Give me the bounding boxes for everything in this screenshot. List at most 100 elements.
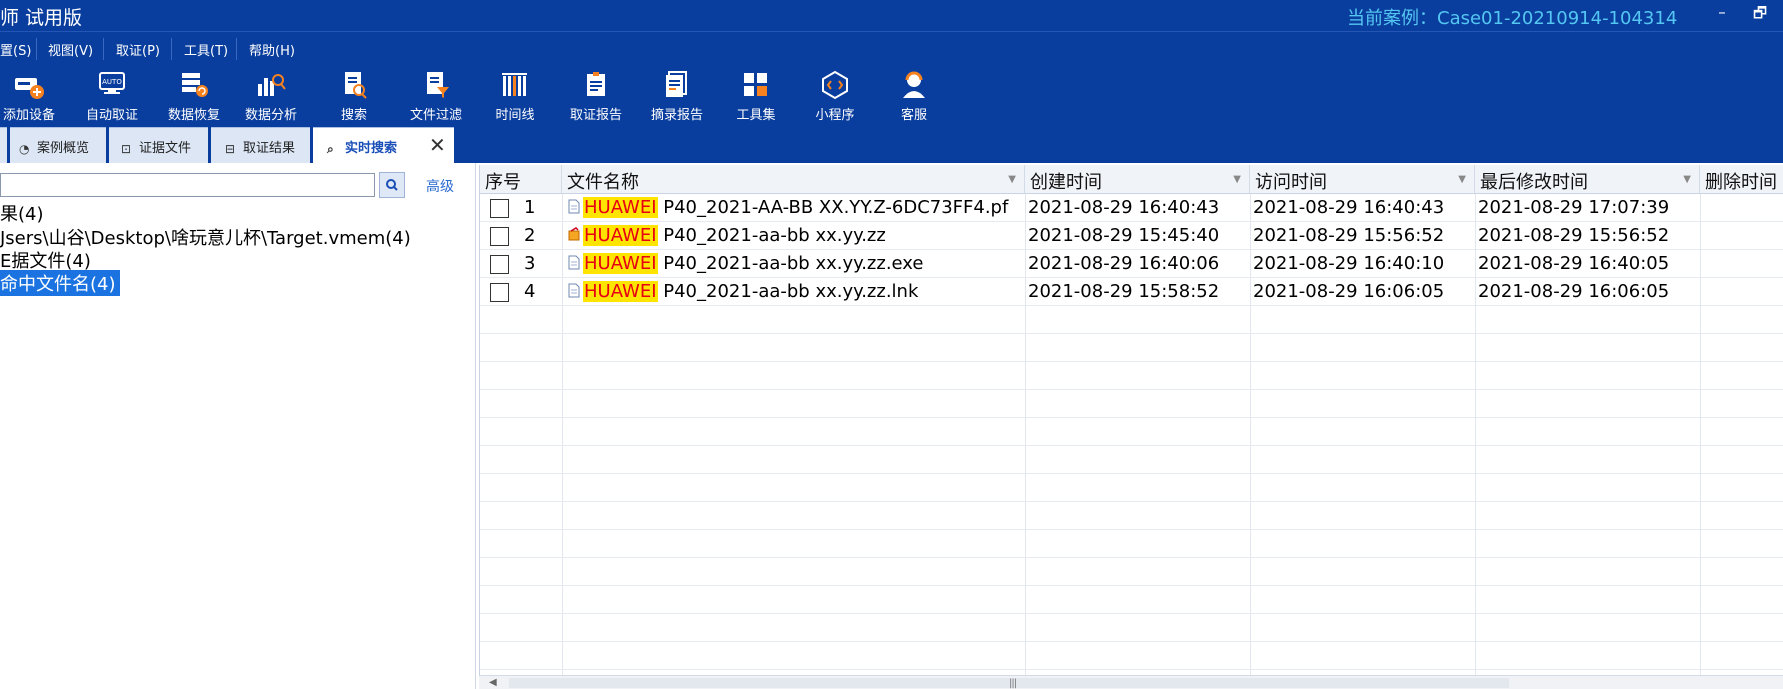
filename-cell: HUAWEI P40_2021-AA-BB XX.YY.Z-6DC73FF4.p… — [568, 194, 1008, 222]
column-label: 文件名称 — [567, 172, 639, 193]
accessed-time: 2021-08-29 16:06:05 — [1253, 281, 1445, 302]
column-header-index[interactable]: 序号 — [480, 165, 562, 194]
row-checkbox[interactable] — [490, 227, 509, 246]
table-row[interactable]: 4 HUAWEI P40_2021-aa-bb xx.yy.zz.lnk 202… — [480, 278, 1783, 306]
filename-cell: HUAWEI P40_2021-aa-bb xx.yy.zz — [568, 222, 886, 250]
filename-text: P40_2021-aa-bb xx.yy.zz.exe — [657, 253, 924, 274]
tabs-bar: ◔ 案例概览 ⊡ 证据文件 ⊟ 取证结果 ⌕ 实时搜索 ✕ — [0, 127, 1783, 163]
advanced-search-link[interactable]: 高级 — [426, 176, 454, 196]
tab-evidence-files[interactable]: ⊡ 证据文件 — [109, 127, 208, 163]
table-row[interactable]: 3 HUAWEI P40_2021-aa-bb xx.yy.zz.exe 202… — [480, 250, 1783, 278]
title-bar: 师 试用版 当前案例：Case01-20210914-104314 – 🗗 — [0, 0, 1783, 31]
data-recovery-label: 数据恢复 — [167, 108, 220, 123]
doc-icon — [568, 199, 580, 214]
empty-row — [480, 530, 1783, 558]
table-row[interactable]: 1 HUAWEI P40_2021-AA-BB XX.YY.Z-6DC73FF4… — [480, 194, 1783, 222]
customer-service-icon — [903, 71, 925, 98]
excerpt-report-icon — [666, 71, 687, 97]
menu-help[interactable]: 帮助(H) — [249, 40, 295, 59]
restore-icon[interactable]: 🗗 — [1750, 3, 1770, 23]
search-button[interactable]: 搜索 — [314, 70, 394, 126]
column-header-deleted[interactable]: 删除时间 — [1700, 165, 1783, 194]
data-analysis-label: 数据分析 — [244, 108, 297, 123]
table-row[interactable]: 2 HUAWEI P40_2021-aa-bb xx.yy.zz 2021-08… — [480, 222, 1783, 250]
row-index: 3 — [524, 253, 536, 274]
tree-node-results[interactable]: 果(4) — [0, 200, 44, 226]
empty-row — [480, 362, 1783, 390]
empty-row — [480, 306, 1783, 334]
filter-icon[interactable]: ▼ — [1233, 174, 1241, 185]
column-header-filename[interactable]: 文件名称 ▼ — [562, 165, 1025, 194]
add-device-button[interactable]: 添加设备 — [0, 70, 69, 126]
tab-label: 取证结果 — [243, 141, 296, 156]
row-checkbox[interactable] — [490, 199, 509, 218]
auto-forensics-button[interactable]: AUTO 自动取证 — [72, 70, 152, 126]
empty-row — [480, 614, 1783, 642]
toolset-button[interactable]: 工具集 — [716, 70, 796, 126]
search-hit-highlight: HUAWEI — [583, 253, 658, 274]
search-button[interactable] — [379, 172, 405, 198]
scroll-left-icon[interactable]: ◀ — [489, 677, 497, 688]
empty-row — [480, 502, 1783, 530]
empty-row — [480, 334, 1783, 362]
menu-forensics[interactable]: 取证(P) — [116, 40, 160, 59]
file-filter-icon — [427, 72, 449, 98]
column-header-modified[interactable]: 最后修改时间 ▼ — [1475, 165, 1700, 194]
results-grid: 序号 文件名称 ▼ 创建时间 ▼ 访问时间 ▼ 最后修改时间 ▼ 删除时间 1 HUAW… — [479, 165, 1783, 675]
accessed-time: 2021-08-29 15:56:52 — [1253, 225, 1445, 246]
excerpt-report-label: 摘录报告 — [650, 108, 703, 123]
minimize-icon[interactable]: – — [1712, 3, 1732, 23]
tab-label: 实时搜索 — [345, 141, 398, 156]
filename-cell: HUAWEI P40_2021-aa-bb xx.yy.zz.exe — [568, 250, 923, 278]
filter-icon[interactable]: ▼ — [1458, 174, 1466, 185]
search-input[interactable] — [0, 173, 375, 197]
auto-forensics-label: 自动取证 — [85, 108, 138, 123]
menu-settings[interactable]: 置(S) — [0, 40, 31, 59]
file-filter-button[interactable]: 文件过滤 — [396, 70, 476, 126]
excerpt-report-button[interactable]: 摘录报告 — [637, 70, 717, 126]
mini-program-button[interactable]: 小程序 — [795, 70, 875, 126]
svg-text:AUTO: AUTO — [102, 78, 122, 86]
tree-node-filename-hits[interactable]: 命中文件名(4) — [0, 270, 120, 296]
tab-realtime-search[interactable]: ⌕ 实时搜索 ✕ — [313, 127, 454, 163]
evidence-icon: ⊡ — [121, 142, 132, 156]
tab-case-overview[interactable]: ◔ 案例概览 — [10, 127, 106, 163]
forensics-report-button[interactable]: 取证报告 — [556, 70, 636, 126]
menu-divider — [171, 38, 172, 60]
modified-time: 2021-08-29 17:07:39 — [1478, 197, 1670, 218]
column-header-created[interactable]: 创建时间 ▼ — [1025, 165, 1250, 194]
scrollbar-grip-icon: ||| — [1009, 678, 1017, 689]
horizontal-scrollbar[interactable]: ◀ ||| — [479, 675, 1783, 689]
search-hit-highlight: HUAWEI — [583, 225, 658, 246]
close-icon[interactable]: ✕ — [429, 133, 446, 157]
empty-row — [480, 642, 1783, 670]
column-header-accessed[interactable]: 访问时间 ▼ — [1250, 165, 1475, 194]
filter-icon[interactable]: ▼ — [1008, 174, 1016, 185]
search-label: 搜索 — [340, 108, 367, 123]
filter-icon[interactable]: ▼ — [1683, 174, 1691, 185]
tab-label: 证据文件 — [139, 141, 192, 156]
timeline-button[interactable]: 时间线 — [475, 70, 555, 126]
created-time: 2021-08-29 15:45:40 — [1028, 225, 1220, 246]
menu-view[interactable]: 视图(V) — [48, 40, 93, 59]
window-title: 师 试用版 — [0, 7, 83, 29]
empty-row — [480, 418, 1783, 446]
menu-divider — [103, 38, 104, 60]
data-analysis-button[interactable]: 数据分析 — [231, 70, 311, 126]
row-index: 1 — [524, 197, 536, 218]
menu-divider — [236, 38, 237, 60]
tab-forensics-result[interactable]: ⊟ 取证结果 — [211, 127, 310, 163]
search-hit-highlight: HUAWEI — [583, 197, 658, 218]
timeline-label: 时间线 — [495, 108, 535, 123]
current-case-label: 当前案例：Case01-20210914-104314 — [1347, 8, 1678, 29]
tab-partial[interactable] — [0, 127, 7, 163]
mini-program-icon — [822, 70, 848, 100]
row-checkbox[interactable] — [490, 283, 509, 302]
menu-tools[interactable]: 工具(T) — [184, 40, 228, 59]
auto-icon: AUTO — [99, 72, 125, 94]
row-checkbox[interactable] — [490, 255, 509, 274]
data-recovery-button[interactable]: 数据恢复 — [154, 70, 234, 126]
tab-label: 案例概览 — [37, 141, 90, 156]
customer-service-button[interactable]: 客服 — [874, 70, 954, 126]
empty-row — [480, 586, 1783, 614]
